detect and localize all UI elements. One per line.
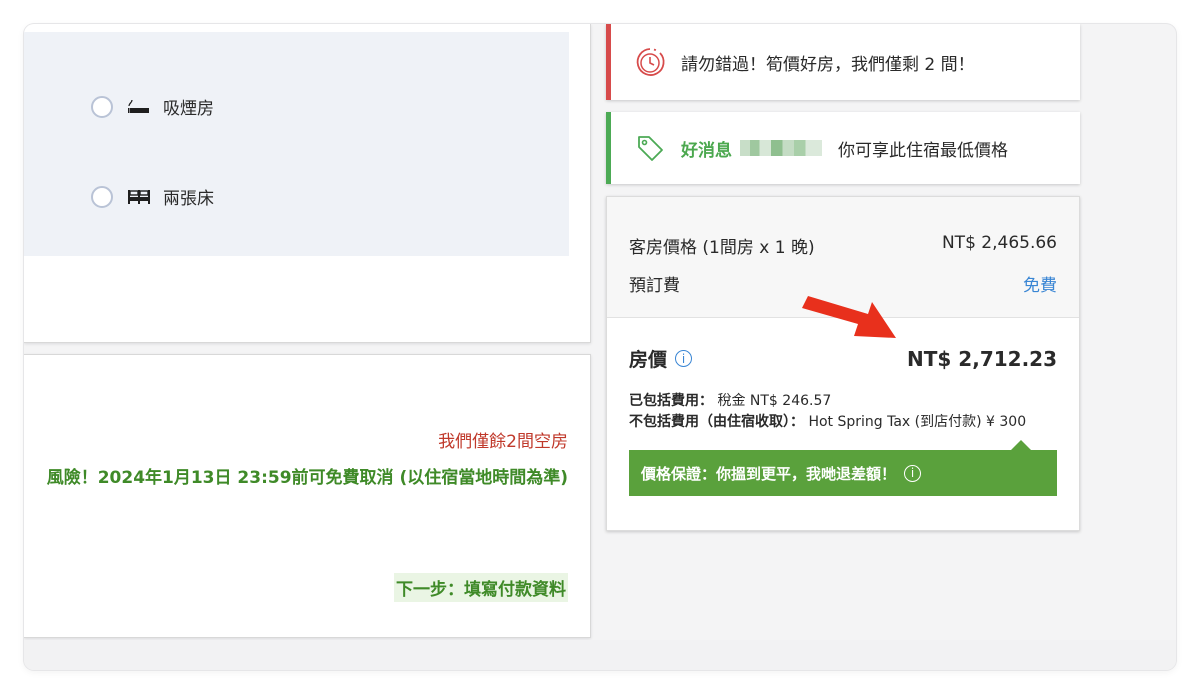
excluded-fees-line: 不包括費用（由住宿收取）： Hot Spring Tax (到店付款) ¥ 30… [629, 412, 1026, 433]
banner-notch [1011, 440, 1031, 450]
good-news-label: 好消息 [681, 140, 732, 161]
booking-card: 我們僅餘2間空房 風險！2024年1月13日 23:59前可免費取消 (以住宿當… [24, 354, 591, 638]
total-label: 房價 i [629, 345, 693, 372]
price-guarantee-text: 價格保證：你搵到更平，我哋退差額！ [641, 464, 897, 483]
included-fees-value: 稅金 NT$ 246.57 [717, 393, 832, 409]
browser-window: 吸煙房 兩張床 我們僅餘2間空房 風險！2024年1月13日 23:59前可免費… [24, 24, 1176, 670]
guarantee-info-icon[interactable]: i [904, 464, 922, 482]
excluded-fees-label: 不包括費用（由住宿收取）： [629, 414, 804, 430]
room-options-card: 吸煙房 兩張床 [24, 24, 591, 343]
price-guarantee-banner[interactable]: 價格保證：你搵到更平，我哋退差額！ i [629, 440, 1057, 496]
good-news-text: 你可享此住宿最低價格 [838, 140, 1008, 161]
twin-beds-label: 兩張床 [163, 189, 214, 209]
included-fees-line: 已包括費用： 稅金 NT$ 246.57 [629, 391, 1026, 412]
smoking-radio[interactable] [91, 95, 113, 118]
urgency-alert: 請勿錯過！筍價好房，我們僅剩 2 間！ [606, 24, 1080, 100]
clock-icon [633, 45, 667, 79]
booking-fee-label: 預訂費 [629, 276, 680, 296]
info-icon[interactable]: i [675, 350, 693, 367]
room-price-value: NT$ 2,465.66 [941, 233, 1057, 253]
booking-fee-value: 免費 [1023, 276, 1057, 296]
urgency-text: 請勿錯過！筍價好房，我們僅剩 2 間！ [681, 54, 975, 75]
annotation-arrow-icon [802, 296, 896, 338]
option-twin-beds[interactable]: 兩張床 [91, 184, 214, 209]
smoking-icon [127, 97, 151, 117]
room-price-row: 客房價格 (1間房 x 1 晚) NT$ 2,465.66 [629, 233, 1057, 258]
price-breakdown-card: 客房價格 (1間房 x 1 晚) NT$ 2,465.66 預訂費 免費 房價 … [606, 196, 1080, 531]
free-cancellation-text: 風險！2024年1月13日 23:59前可免費取消 (以住宿當地時間為準) [46, 468, 568, 488]
total-price-value: NT$ 2,712.23 [907, 346, 1057, 371]
excluded-fees-value: Hot Spring Tax (到店付款) ¥ 300 [808, 414, 1027, 430]
fees-info: 已包括費用： 稅金 NT$ 246.57 不包括費用（由住宿收取）： Hot S… [629, 391, 1026, 433]
option-smoking-room[interactable]: 吸煙房 [91, 94, 214, 119]
twin-beds-radio[interactable] [91, 185, 113, 208]
twin-beds-icon [127, 187, 151, 207]
good-news-alert: 好消息 你可享此住宿最低價格 [606, 112, 1080, 184]
redacted-text [740, 140, 822, 156]
smoking-label: 吸煙房 [163, 99, 214, 119]
room-options-panel: 吸煙房 兩張床 [24, 32, 569, 256]
tag-icon [633, 131, 667, 165]
booking-fee-row: 預訂費 免費 [629, 271, 1057, 296]
room-price-label: 客房價格 (1間房 x 1 晚) [629, 238, 815, 258]
bottom-band [24, 640, 1176, 670]
rooms-left-text: 我們僅餘2間空房 [438, 432, 568, 452]
included-fees-label: 已包括費用： [629, 393, 713, 409]
next-step-button[interactable]: 下一步：填寫付款資料 [394, 573, 568, 602]
total-label-text: 房價 [629, 349, 668, 371]
